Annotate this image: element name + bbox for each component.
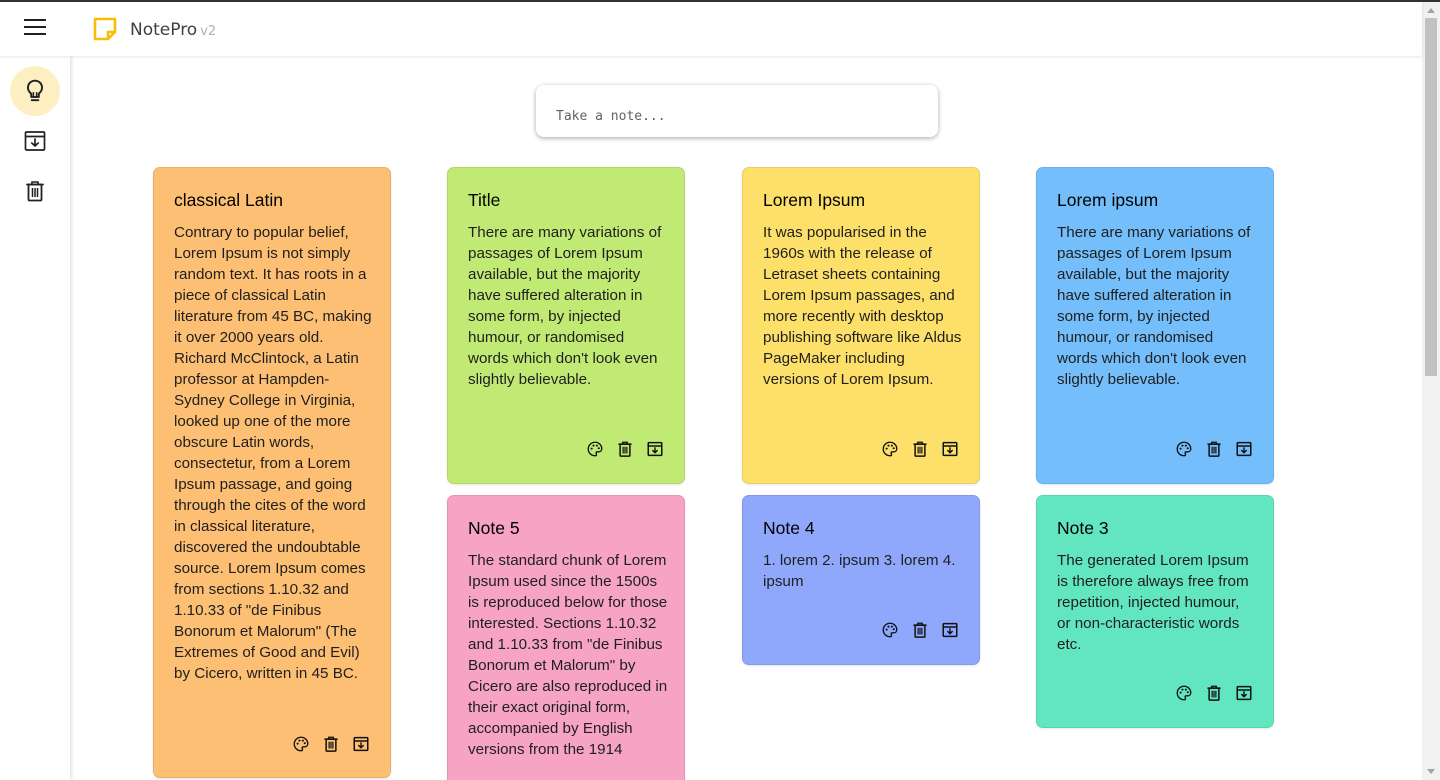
note-card[interactable]: Note 4 1. lorem 2. ipsum 3. lorem 4. ips… [742,495,980,665]
archive-icon [1236,441,1252,457]
trash-icon [913,622,927,638]
note-card[interactable]: classical Latin Contrary to popular beli… [153,167,391,778]
note-body: There are many variations of passages of… [1057,224,1251,388]
archive-icon [942,441,958,457]
note-body: There are many variations of passages of… [468,224,662,388]
delete-note-button[interactable] [911,440,929,458]
archive-icon [1236,685,1252,701]
scrollbar-thumb[interactable] [1425,18,1437,376]
delete-note-button[interactable] [911,621,929,639]
delete-note-button[interactable] [322,735,340,753]
change-color-button[interactable] [881,440,899,458]
change-color-button[interactable] [1175,440,1193,458]
archive-icon [24,131,46,151]
trash-icon [618,441,632,457]
note-title: Note 4 [763,518,815,538]
note-actions [280,735,370,757]
menu-button[interactable] [14,13,56,43]
trash-icon [324,736,338,752]
note-title: Title [468,190,501,210]
trash-icon [26,181,44,202]
sidebar-item-notes[interactable] [10,66,60,116]
app-version: v2 [200,24,217,39]
change-color-button[interactable] [881,621,899,639]
note-body: Contrary to popular belief, Lorem Ipsum … [174,224,372,682]
note-title: Lorem ipsum [1057,190,1159,210]
archive-note-button[interactable] [646,440,664,458]
archive-note-button[interactable] [352,735,370,753]
menu-icon-bar [24,33,46,35]
app-title: NotePro v2 [130,20,216,40]
sidebar-item-archive[interactable] [10,116,60,166]
delete-note-button[interactable] [1205,440,1223,458]
change-color-button[interactable] [292,735,310,753]
take-note-box[interactable] [536,85,938,137]
menu-icon [24,19,46,21]
note-card[interactable]: Note 5 The standard chunk of Lorem Ipsum… [447,495,685,780]
color-palette-icon [1176,441,1192,457]
sidebar [0,56,70,780]
color-palette-icon [882,622,898,638]
note-title: Note 3 [1057,518,1109,538]
archive-note-button[interactable] [1235,440,1253,458]
trash-icon [1207,441,1221,457]
archive-icon [647,441,663,457]
note-card[interactable]: Lorem ipsum There are many variations of… [1036,167,1274,484]
color-palette-icon [882,441,898,457]
note-logo-icon [93,17,117,41]
archive-note-button[interactable] [941,440,959,458]
note-card[interactable]: Title There are many variations of passa… [447,167,685,484]
note-body: The standard chunk of Lorem Ipsum used s… [468,552,668,758]
scroll-down-icon[interactable] [1427,769,1435,774]
archive-note-button[interactable] [941,621,959,639]
scroll-up-icon[interactable] [1427,8,1435,13]
note-actions [869,440,959,462]
change-color-button[interactable] [1175,684,1193,702]
app-name: NotePro [130,20,198,40]
note-title: classical Latin [174,190,283,210]
note-actions [1163,684,1253,706]
change-color-button[interactable] [586,440,604,458]
archive-note-button[interactable] [1235,684,1253,702]
archive-icon [942,622,958,638]
delete-note-button[interactable] [616,440,634,458]
trash-icon [1207,685,1221,701]
note-actions [574,440,664,462]
note-actions [869,621,959,643]
take-note-input[interactable] [556,106,916,126]
note-body: 1. lorem 2. ipsum 3. lorem 4. ipsum [763,552,956,590]
color-palette-icon [587,441,603,457]
menu-icon-bar [24,26,46,28]
page-scrollbar[interactable] [1422,2,1440,780]
trash-icon [913,441,927,457]
note-body: The generated Lorem Ipsum is therefore a… [1057,552,1249,653]
note-actions [1163,440,1253,462]
note-card[interactable]: Lorem Ipsum It was popularised in the 19… [742,167,980,484]
delete-note-button[interactable] [1205,684,1223,702]
app-header: NotePro v2 [0,2,1422,56]
note-title: Lorem Ipsum [763,190,866,210]
note-body: It was popularised in the 1960s with the… [763,224,962,388]
note-title: Note 5 [468,518,520,538]
color-palette-icon [1176,685,1192,701]
color-palette-icon [293,736,309,752]
lightbulb-icon [26,79,44,102]
archive-icon [353,736,369,752]
sidebar-item-trash[interactable] [10,166,60,216]
note-card[interactable]: Note 3 The generated Lorem Ipsum is ther… [1036,495,1274,728]
